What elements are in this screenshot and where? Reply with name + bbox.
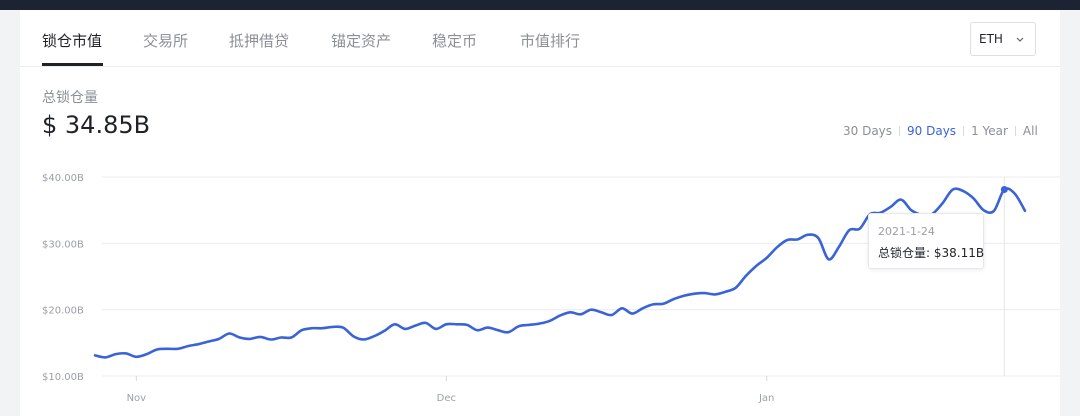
tvl-card: 锁仓市值 交易所 抵押借贷 锚定资产 稳定币 市值排行 ETH 总锁仓量 $ 3…	[20, 10, 1060, 416]
tooltip-label: 总锁仓量:	[878, 246, 931, 260]
y-tick-label: $20.00B	[42, 306, 84, 317]
x-tick-label: Nov	[127, 393, 147, 404]
tooltip-row: 总锁仓量: $38.11B	[878, 244, 984, 261]
y-tick-label: $30.00B	[42, 239, 84, 250]
grid-lines	[102, 176, 1060, 377]
y-tick-label: $40.00B	[42, 173, 84, 184]
chart-tooltip: 2021-1-24 总锁仓量: $38.11B	[868, 213, 984, 269]
top-nav-bar	[0, 0, 1080, 10]
x-axis-ticks: Nov Dec Jan	[127, 376, 774, 404]
tooltip-value: $38.11B	[933, 246, 985, 260]
y-tick-label: $10.00B	[42, 372, 84, 383]
tooltip-date: 2021-1-24	[878, 225, 935, 238]
y-axis-ticks: $10.00B $20.00B $30.00B $40.00B	[42, 173, 84, 383]
highlight-point	[1000, 186, 1008, 194]
x-tick-label: Jan	[758, 393, 774, 404]
x-tick-label: Dec	[437, 393, 456, 404]
